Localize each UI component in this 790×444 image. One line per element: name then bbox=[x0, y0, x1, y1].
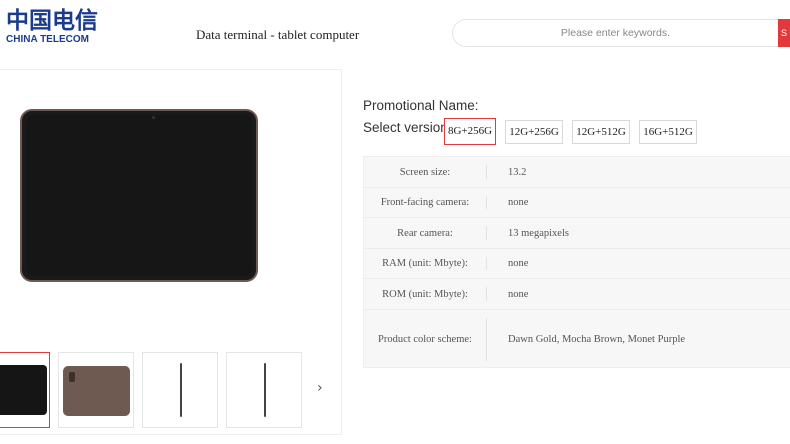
spec-key: Rear camera: bbox=[397, 227, 453, 239]
logo-english-text: CHINA TELECOM bbox=[6, 34, 89, 45]
spec-key: ROM (unit: Mbyte): bbox=[382, 288, 468, 300]
spec-value: Dawn Gold, Mocha Brown, Monet Purple bbox=[508, 334, 686, 345]
china-telecom-logo[interactable]: 中国电信 CHINA TELECOM bbox=[6, 7, 98, 54]
spec-value: none bbox=[508, 197, 529, 208]
spec-key: Screen size: bbox=[399, 166, 451, 178]
spec-divider bbox=[486, 196, 487, 209]
spec-value: 13 megapixels bbox=[508, 227, 569, 239]
spec-row-ram: RAM (unit: Mbyte): none bbox=[364, 249, 790, 279]
thumbnail-front-image bbox=[0, 365, 47, 415]
spec-divider bbox=[486, 165, 487, 179]
chevron-right-icon[interactable]: › bbox=[317, 380, 323, 396]
spec-divider bbox=[486, 226, 487, 240]
rear-camera-module bbox=[69, 372, 75, 382]
version-option-16g-512g[interactable]: 16G+512G bbox=[639, 120, 697, 144]
version-option-12g-256g[interactable]: 12G+256G bbox=[505, 120, 563, 144]
page-title: Data terminal - tablet computer bbox=[196, 27, 360, 42]
thumbnail-front[interactable] bbox=[0, 352, 50, 428]
spec-key: Product color scheme: bbox=[378, 334, 472, 345]
search-input[interactable] bbox=[453, 20, 778, 46]
thumbnail-back[interactable] bbox=[58, 352, 134, 428]
spec-divider bbox=[486, 287, 487, 301]
thumbnail-side-1[interactable] bbox=[142, 352, 218, 428]
spec-row-rom: ROM (unit: Mbyte): none bbox=[364, 279, 790, 310]
version-option-8g-256g[interactable]: 8G+256G bbox=[444, 118, 496, 145]
spec-row-screen-size: Screen size: 13.2 bbox=[364, 157, 790, 188]
spec-divider bbox=[486, 318, 487, 361]
thumbnail-side-image bbox=[180, 363, 182, 417]
promotional-name-label: Promotional Name: bbox=[363, 98, 479, 113]
search-box[interactable] bbox=[452, 19, 778, 47]
spec-key: RAM (unit: Mbyte): bbox=[382, 258, 468, 269]
spec-value: none bbox=[508, 258, 529, 269]
spec-value: none bbox=[508, 288, 529, 300]
select-version-label: Select version: bbox=[363, 120, 452, 135]
spec-row-front-camera: Front-facing camera: none bbox=[364, 188, 790, 218]
spec-divider bbox=[486, 257, 487, 270]
spec-row-color-scheme: Product color scheme: Dawn Gold, Mocha B… bbox=[364, 310, 790, 369]
version-option-12g-512g[interactable]: 12G+512G bbox=[572, 120, 630, 144]
logo-chinese-text: 中国电信 bbox=[6, 7, 98, 34]
front-camera-dot bbox=[152, 116, 155, 119]
thumbnail-side-image bbox=[264, 363, 266, 417]
tablet-screen bbox=[26, 115, 252, 276]
main-product-image bbox=[20, 109, 258, 282]
spec-key: Front-facing camera: bbox=[380, 197, 470, 208]
specs-table: Screen size: 13.2 Front-facing camera: n… bbox=[363, 156, 790, 368]
search-button[interactable]: S bbox=[778, 19, 790, 47]
spec-row-rear-camera: Rear camera: 13 megapixels bbox=[364, 218, 790, 249]
thumbnail-side-2[interactable] bbox=[226, 352, 302, 428]
spec-value: 13.2 bbox=[508, 166, 527, 178]
